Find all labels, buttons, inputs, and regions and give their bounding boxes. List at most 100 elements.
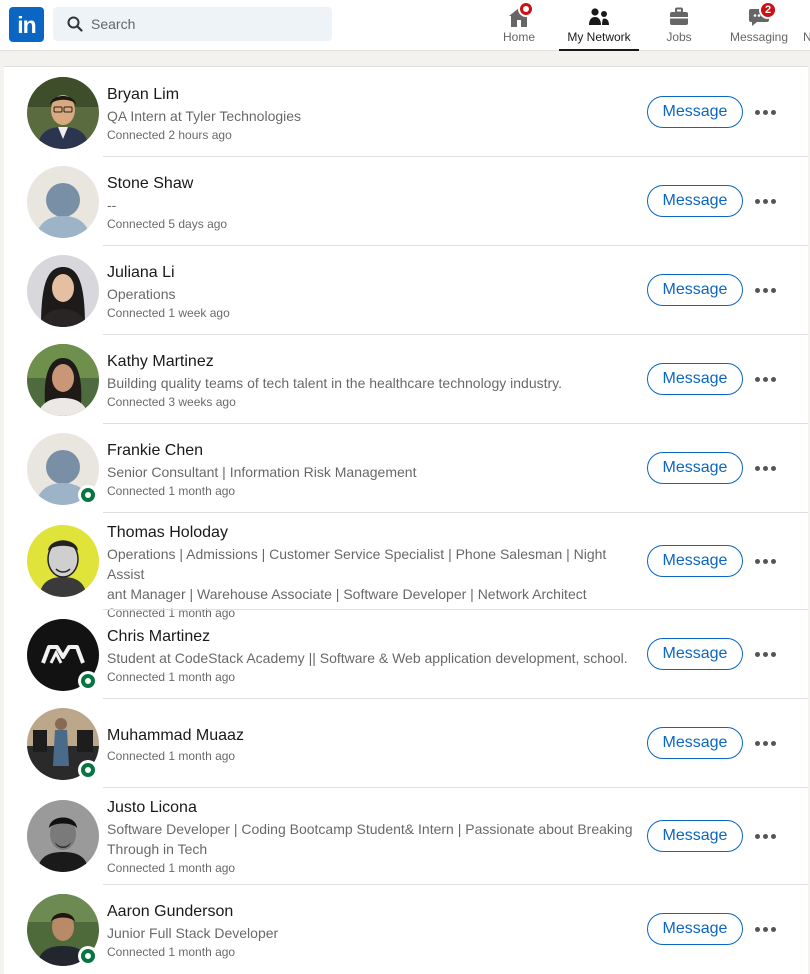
connection-name[interactable]: Kathy Martinez bbox=[107, 351, 637, 373]
connection-name[interactable]: Muhammad Muaaz bbox=[107, 725, 637, 747]
connection-name[interactable]: Justo Licona bbox=[107, 797, 637, 819]
profile-photo bbox=[27, 800, 99, 872]
nav-messaging-label: Messaging bbox=[729, 30, 789, 44]
search-box[interactable] bbox=[53, 7, 332, 41]
avatar[interactable] bbox=[27, 255, 99, 327]
nav-jobs-label: Jobs bbox=[666, 30, 692, 44]
nav-notifications[interactable]: N bbox=[803, 0, 810, 51]
message-button[interactable]: Message bbox=[647, 820, 743, 852]
more-options-icon[interactable] bbox=[755, 189, 779, 213]
connection-info: Thomas Holoday Operations | Admissions |… bbox=[107, 522, 637, 622]
more-options-icon[interactable] bbox=[755, 917, 779, 941]
connection-name[interactable]: Bryan Lim bbox=[107, 84, 637, 106]
nav-notifications-label: N bbox=[803, 30, 810, 44]
connection-info: Stone Shaw -- Connected 5 days ago bbox=[107, 173, 637, 233]
message-button[interactable]: Message bbox=[647, 185, 743, 217]
nav-my-network[interactable]: My Network bbox=[559, 0, 639, 51]
profile-photo bbox=[27, 525, 99, 597]
connection-time: Connected 1 month ago bbox=[107, 670, 236, 684]
connection-row: Frankie Chen Senior Consultant | Informa… bbox=[4, 424, 808, 513]
connection-time: Connected 1 week ago bbox=[107, 306, 230, 320]
home-notification-dot bbox=[518, 1, 534, 17]
connection-info: Justo Licona Software Developer | Coding… bbox=[107, 797, 637, 877]
connection-headline: -- bbox=[107, 197, 117, 213]
message-button[interactable]: Message bbox=[647, 274, 743, 306]
jobs-icon bbox=[670, 7, 688, 25]
connection-info: Juliana Li Operations Connected 1 week a… bbox=[107, 262, 637, 322]
connection-headline: Building quality teams of tech talent in… bbox=[107, 375, 563, 391]
connection-time: Connected 1 month ago bbox=[107, 484, 236, 498]
more-options-icon[interactable] bbox=[755, 642, 779, 666]
nav-home-label: Home bbox=[502, 30, 535, 44]
message-button[interactable]: Message bbox=[647, 363, 743, 395]
more-options-icon[interactable] bbox=[755, 278, 779, 302]
messaging-badge: 2 bbox=[759, 1, 777, 19]
more-options-icon[interactable] bbox=[755, 824, 779, 848]
search-input[interactable] bbox=[91, 7, 321, 41]
avatar[interactable] bbox=[27, 77, 99, 149]
avatar[interactable] bbox=[27, 800, 99, 872]
connection-name[interactable]: Stone Shaw bbox=[107, 173, 637, 195]
top-nav-bar: in Home My Network Jobs bbox=[0, 0, 810, 51]
more-options-icon[interactable] bbox=[755, 367, 779, 391]
connection-row: Chris Martinez Student at CodeStack Acad… bbox=[4, 610, 808, 699]
online-status-icon bbox=[78, 671, 98, 691]
message-button[interactable]: Message bbox=[647, 96, 743, 128]
my-network-icon bbox=[589, 8, 609, 25]
connection-headline: Student at CodeStack Academy || Software… bbox=[107, 650, 628, 666]
connection-info: Kathy Martinez Building quality teams of… bbox=[107, 351, 637, 411]
message-button[interactable]: Message bbox=[647, 545, 743, 577]
message-button[interactable]: Message bbox=[647, 913, 743, 945]
connection-name[interactable]: Aaron Gunderson bbox=[107, 901, 637, 923]
nav-jobs[interactable]: Jobs bbox=[659, 0, 699, 51]
connection-row: Aaron Gunderson Junior Full Stack Develo… bbox=[4, 885, 808, 974]
connection-row: Thomas Holoday Operations | Admissions |… bbox=[4, 513, 808, 620]
connection-name[interactable]: Thomas Holoday bbox=[107, 522, 637, 544]
connection-headline-continued: ant Manager | Warehouse Associate | Soft… bbox=[107, 586, 587, 602]
connection-info: Frankie Chen Senior Consultant | Informa… bbox=[107, 440, 637, 500]
connection-row: Kathy Martinez Building quality teams of… bbox=[4, 335, 808, 424]
connection-headline: Software Developer | Coding Bootcamp Stu… bbox=[107, 821, 633, 837]
more-options-icon[interactable] bbox=[755, 100, 779, 124]
connection-name[interactable]: Frankie Chen bbox=[107, 440, 637, 462]
profile-photo bbox=[27, 77, 99, 149]
connection-info: Chris Martinez Student at CodeStack Acad… bbox=[107, 626, 637, 686]
connection-row: Juliana Li Operations Connected 1 week a… bbox=[4, 246, 808, 335]
connections-list: Bryan Lim QA Intern at Tyler Technologie… bbox=[4, 66, 808, 974]
connection-name[interactable]: Chris Martinez bbox=[107, 626, 637, 648]
connection-info: Bryan Lim QA Intern at Tyler Technologie… bbox=[107, 84, 637, 144]
connection-time: Connected 2 hours ago bbox=[107, 128, 232, 142]
message-button[interactable]: Message bbox=[647, 638, 743, 670]
online-status-icon bbox=[78, 946, 98, 966]
profile-photo bbox=[27, 344, 99, 416]
connection-headline: Operations | Admissions | Customer Servi… bbox=[107, 546, 607, 582]
search-icon bbox=[67, 16, 83, 32]
connection-info: Aaron Gunderson Junior Full Stack Develo… bbox=[107, 901, 637, 961]
connection-time: Connected 1 month ago bbox=[107, 861, 236, 875]
more-options-icon[interactable] bbox=[755, 731, 779, 755]
connection-row: Justo Licona Software Developer | Coding… bbox=[4, 788, 808, 885]
message-button[interactable]: Message bbox=[647, 452, 743, 484]
connection-row: Bryan Lim QA Intern at Tyler Technologie… bbox=[4, 67, 808, 157]
connection-headline: QA Intern at Tyler Technologies bbox=[107, 108, 302, 124]
more-options-icon[interactable] bbox=[755, 456, 779, 480]
connection-time: Connected 5 days ago bbox=[107, 217, 228, 231]
avatar[interactable] bbox=[27, 344, 99, 416]
connection-headline: Senior Consultant | Information Risk Man… bbox=[107, 464, 417, 480]
avatar[interactable] bbox=[27, 166, 99, 238]
connection-headline: Junior Full Stack Developer bbox=[107, 925, 279, 941]
connection-info: Muhammad Muaaz Connected 1 month ago bbox=[107, 725, 637, 765]
connection-row: Stone Shaw -- Connected 5 days ago Messa… bbox=[4, 157, 808, 246]
connection-time: Connected 3 weeks ago bbox=[107, 395, 236, 409]
connection-time: Connected 1 month ago bbox=[107, 749, 236, 763]
connection-headline: Operations bbox=[107, 286, 176, 302]
online-status-icon bbox=[78, 760, 98, 780]
avatar[interactable] bbox=[27, 525, 99, 597]
online-status-icon bbox=[78, 485, 98, 505]
linkedin-logo[interactable]: in bbox=[9, 7, 44, 42]
profile-photo bbox=[27, 255, 99, 327]
connection-time: Connected 1 month ago bbox=[107, 945, 236, 959]
connection-name[interactable]: Juliana Li bbox=[107, 262, 637, 284]
message-button[interactable]: Message bbox=[647, 727, 743, 759]
more-options-icon[interactable] bbox=[755, 549, 779, 573]
